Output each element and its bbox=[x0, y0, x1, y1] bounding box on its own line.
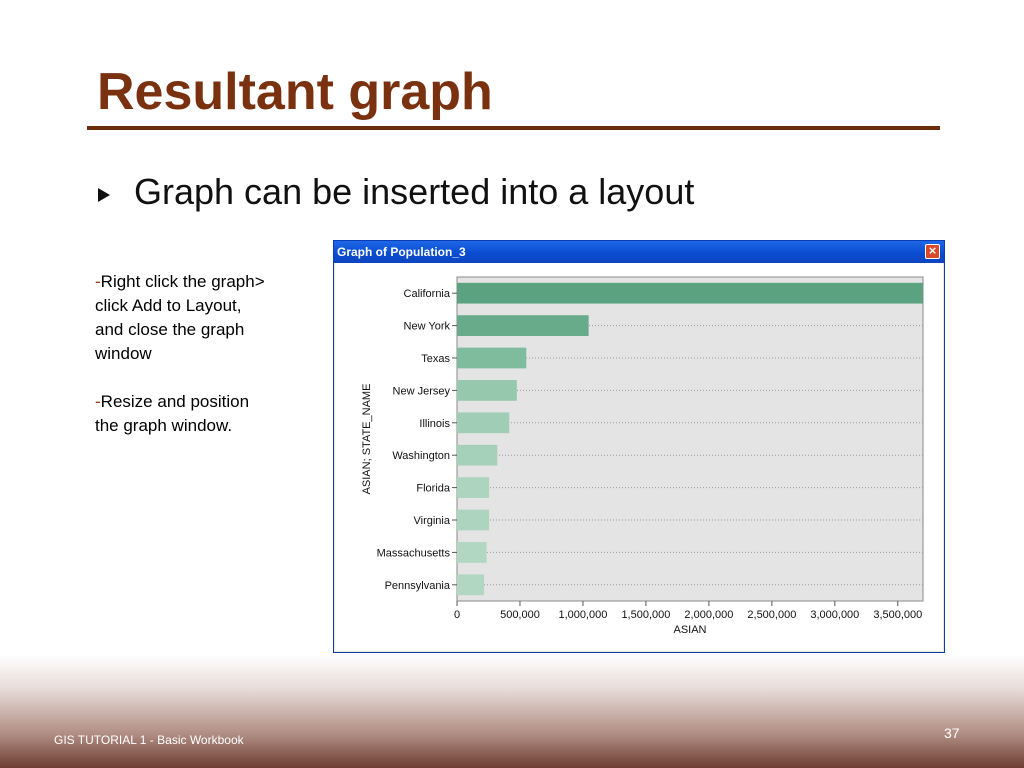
footer-text: GIS TUTORIAL 1 - Basic Workbook bbox=[54, 733, 244, 747]
bar bbox=[457, 282, 923, 304]
bar bbox=[457, 315, 589, 336]
x-tick-label: 3,500,000 bbox=[873, 609, 922, 621]
x-tick-label: 2,000,000 bbox=[684, 609, 733, 621]
graph-area: California New York Texas New Jersey Illinoi… bbox=[335, 263, 943, 651]
bar bbox=[457, 509, 490, 531]
note-resize: -Resize and position the graph window. bbox=[95, 390, 270, 438]
bar-chart: California New York Texas New Jersey Illinoi… bbox=[361, 276, 924, 636]
bar bbox=[457, 412, 510, 434]
note-text: Resize and position the graph window. bbox=[95, 392, 250, 435]
x-tick-label: 1,500,000 bbox=[621, 609, 670, 621]
y-tick-label: Massachusetts bbox=[377, 547, 451, 559]
y-tick-label: Florida bbox=[416, 483, 451, 495]
bullet-arrow-icon bbox=[98, 188, 110, 202]
footer-band bbox=[0, 655, 1024, 768]
y-tick-label: Texas bbox=[421, 353, 450, 365]
close-icon[interactable]: × bbox=[925, 244, 940, 259]
bar bbox=[457, 542, 487, 563]
y-tick-label: New York bbox=[404, 321, 451, 333]
bar bbox=[457, 444, 498, 466]
bar bbox=[457, 477, 490, 498]
y-tick-label: New Jersey bbox=[393, 385, 451, 397]
title-divider bbox=[87, 126, 940, 130]
graph-window-titlebar[interactable]: Graph of Population_3 bbox=[334, 241, 944, 263]
note-add-to-layout: -Right click the graph> click Add to Lay… bbox=[95, 270, 270, 366]
page-number: 37 bbox=[944, 725, 960, 741]
x-tick-label: 3,000,000 bbox=[810, 609, 859, 621]
x-axis-label: ASIAN bbox=[673, 624, 706, 636]
y-tick-label: Washington bbox=[392, 450, 450, 462]
bar bbox=[457, 574, 485, 596]
bar bbox=[457, 380, 517, 401]
y-axis-label: ASIAN; STATE_NAME bbox=[361, 384, 373, 495]
bullet-text: Graph can be inserted into a layout bbox=[134, 171, 695, 212]
x-tick-label: 2,500,000 bbox=[747, 609, 796, 621]
note-text: Right click the graph> click Add to Layo… bbox=[95, 272, 265, 363]
y-tick-label: California bbox=[404, 288, 451, 300]
graph-window[interactable]: Graph of Population_3 × California New Yo… bbox=[333, 240, 945, 653]
y-tick-label: Pennsylvania bbox=[385, 580, 451, 592]
x-tick-label: 0 bbox=[454, 609, 460, 621]
x-tick-label: 500,000 bbox=[500, 609, 540, 621]
y-tick-label: Virginia bbox=[414, 515, 451, 527]
graph-window-title: Graph of Population_3 bbox=[337, 245, 466, 259]
side-notes: -Right click the graph> click Add to Lay… bbox=[95, 270, 270, 462]
slide-title: Resultant graph bbox=[97, 63, 493, 121]
x-tick-label: 1,000,000 bbox=[558, 609, 607, 621]
bar bbox=[457, 347, 527, 369]
y-tick-label: Illinois bbox=[419, 418, 450, 430]
